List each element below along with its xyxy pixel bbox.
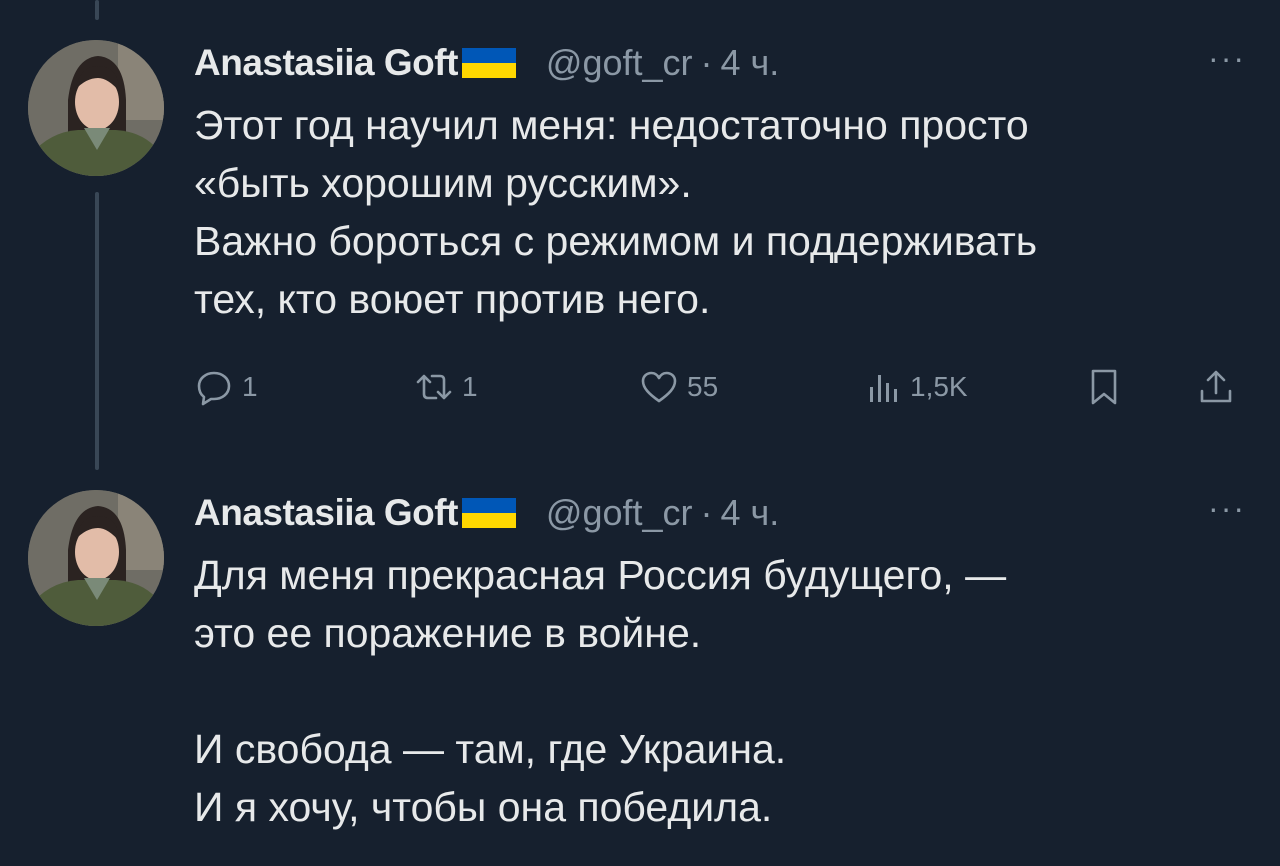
reply-icon [197, 371, 231, 406]
tweet-text-line: Важно бороться с режимом и поддерживать [194, 218, 1038, 264]
tweet-actions: 1 1 55 1,5K [194, 362, 1254, 412]
timestamp[interactable]: 4 ч. [721, 492, 780, 534]
heart-icon [641, 371, 677, 403]
tweet[interactable]: Anastasiia Goft @goft_cr · 4 ч. ··· Для … [0, 470, 1280, 866]
ukraine-flag-icon [461, 48, 516, 78]
tweet[interactable]: Anastasiia Goft @goft_cr · 4 ч. ··· Этот… [0, 0, 1280, 470]
retweet-icon [416, 374, 452, 400]
ukraine-flag-icon [461, 498, 516, 528]
retweet-count: 1 [462, 371, 478, 402]
reply-button[interactable]: 1 [194, 362, 258, 412]
tweet-text-line: это ее поражение в войне. [194, 610, 702, 656]
tweet-text-line: И свобода — там, где Украина. [194, 726, 787, 772]
share-button[interactable] [1196, 362, 1236, 412]
author-handle[interactable]: @goft_cr [546, 492, 693, 534]
separator-dot: · [700, 42, 713, 83]
views-count: 1,5K [910, 371, 968, 402]
separator-dot: · [700, 492, 713, 533]
more-options-icon[interactable]: ··· [1208, 492, 1246, 524]
retweet-button[interactable]: 1 [414, 362, 478, 412]
tweet-text-line: тех, кто воюет против него. [194, 276, 711, 322]
bookmark-icon [1091, 369, 1117, 405]
timestamp[interactable]: 4 ч. [721, 42, 780, 84]
author-name[interactable]: Anastasiia Goft [194, 492, 458, 534]
author-handle[interactable]: @goft_cr [546, 42, 693, 84]
like-button[interactable]: 55 [639, 362, 718, 412]
avatar[interactable] [28, 490, 164, 626]
views-chart-icon [870, 375, 897, 402]
tweet-text-line: Для меня прекрасная Россия будущего, — [194, 552, 1007, 598]
author-name[interactable]: Anastasiia Goft [194, 42, 458, 84]
tweet-text-line: «быть хорошим русским». [194, 160, 692, 206]
tweet-header: Anastasiia Goft @goft_cr · 4 ч. [194, 38, 779, 88]
tweet-text-line: И я хочу, чтобы она победила. [194, 784, 773, 830]
reply-count: 1 [242, 371, 258, 402]
share-icon [1200, 370, 1232, 403]
more-options-icon[interactable]: ··· [1208, 42, 1246, 74]
tweet-text: Этот год научил меня: недостаточно прост… [194, 96, 1254, 328]
tweet-text: Для меня прекрасная Россия будущего, — э… [194, 546, 1254, 836]
tweet-header: Anastasiia Goft @goft_cr · 4 ч. [194, 488, 779, 538]
tweet-text-line [194, 662, 1254, 720]
avatar[interactable] [28, 40, 164, 176]
like-count: 55 [687, 371, 719, 402]
views-button[interactable]: 1,5K [862, 362, 968, 412]
bookmark-button[interactable] [1084, 362, 1124, 412]
tweet-text-line: Этот год научил меня: недостаточно прост… [194, 102, 1029, 148]
